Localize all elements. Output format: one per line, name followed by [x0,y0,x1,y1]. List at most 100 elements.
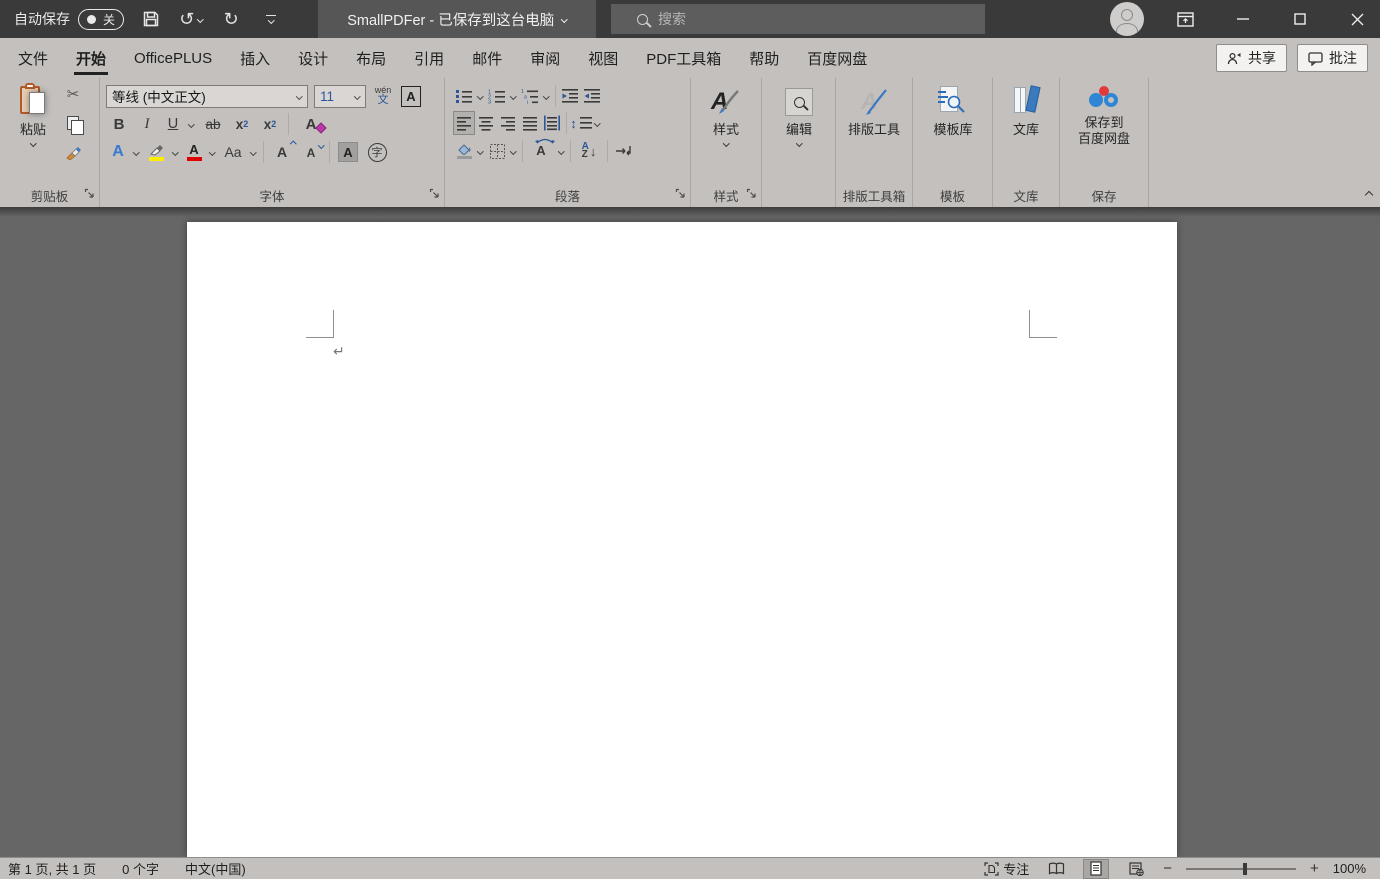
font-size-combo[interactable]: 11 [314,85,366,108]
save-button[interactable] [138,6,164,32]
language-indicator[interactable]: 中文(中国) [185,859,246,878]
bold-button[interactable]: B [106,112,132,136]
phonetic-guide-button[interactable]: wén 文 [372,84,394,108]
undo-dropdown-icon[interactable] [197,16,203,22]
styles-dialog-launcher[interactable] [746,188,757,202]
borders-dropdown-icon[interactable] [508,139,519,163]
line-spacing-dropdown-icon[interactable] [592,111,603,135]
zoom-out-button[interactable]: − [1163,860,1172,877]
collapse-ribbon-button[interactable] [1366,185,1372,203]
change-case-button[interactable]: Aa [219,140,247,164]
copy-button[interactable] [62,111,84,135]
align-center-button[interactable] [475,111,497,135]
asian-layout-button[interactable]: A [526,139,556,163]
redo-button[interactable]: ↻ [218,6,244,32]
multilevel-list-button[interactable]: 1ai [519,84,541,108]
wenku-button[interactable]: 文库 [1001,82,1051,138]
maximize-button[interactable] [1278,0,1322,38]
autosave-toggle[interactable]: 关 [78,9,124,30]
save-to-baidu-button[interactable]: 保存到 百度网盘 [1068,82,1140,148]
line-spacing-button[interactable]: ↕ [570,111,592,135]
sort-button[interactable]: AZ ↓ [574,139,604,163]
superscript-button[interactable]: x2 [257,112,283,136]
show-hide-marks-button[interactable] [611,139,637,163]
bullets-dropdown-icon[interactable] [475,84,486,108]
multilevel-dropdown-icon[interactable] [541,84,552,108]
strikethrough-button[interactable]: ab [199,112,227,136]
distribute-button[interactable] [541,111,563,135]
font-color-button[interactable]: A [182,140,206,164]
editing-button[interactable]: 编辑 [774,82,824,146]
ribbon-display-options-button[interactable] [1163,0,1207,38]
clear-formatting-button[interactable]: A [294,112,328,136]
underline-button[interactable]: U [162,112,184,136]
account-avatar[interactable] [1110,2,1144,36]
character-shading-button[interactable]: A [334,140,362,164]
grow-font-button[interactable]: A [268,140,296,164]
close-button[interactable] [1335,0,1379,38]
comments-button[interactable]: 批注 [1297,44,1368,72]
tab-layout[interactable]: 布局 [342,38,400,78]
numbering-dropdown-icon[interactable] [508,84,519,108]
format-painter-button[interactable] [62,140,84,164]
clipboard-dialog-launcher[interactable] [84,188,95,202]
document-canvas[interactable]: ↵ [0,207,1380,857]
numbering-button[interactable]: 123 [486,84,508,108]
align-left-button[interactable] [453,111,475,135]
text-effects-dropdown-icon[interactable] [131,140,142,164]
cut-button[interactable]: ✂ [62,82,84,106]
justify-button[interactable] [519,111,541,135]
increase-indent-button[interactable] [581,84,603,108]
search-input[interactable] [658,11,938,27]
focus-mode-button[interactable]: 专注 [984,859,1029,878]
bullets-button[interactable] [453,84,475,108]
font-name-combo[interactable]: 等线 (中文正文) [106,85,308,108]
page-indicator[interactable]: 第 1 页, 共 1 页 [8,859,96,878]
shading-button[interactable] [453,139,475,163]
tab-review[interactable]: 审阅 [516,38,574,78]
paste-button[interactable]: 粘贴 [8,82,58,146]
asian-layout-dropdown-icon[interactable] [556,139,567,163]
quick-access-toolbar-menu[interactable] [258,6,284,32]
zoom-slider[interactable] [1186,868,1296,870]
font-color-dropdown-icon[interactable] [207,140,218,164]
decrease-indent-button[interactable] [559,84,581,108]
zoom-in-button[interactable]: + [1310,860,1319,877]
shading-dropdown-icon[interactable] [475,139,486,163]
undo-button[interactable]: ↺ [178,6,204,32]
tab-pdf-toolbox[interactable]: PDF工具箱 [632,38,735,78]
zoom-level[interactable]: 100% [1333,861,1366,876]
template-library-button[interactable]: 模板库 [921,82,985,138]
tab-officeplus[interactable]: OfficePLUS [120,38,226,78]
tab-design[interactable]: 设计 [284,38,342,78]
minimize-button[interactable] [1221,0,1265,38]
paragraph-dialog-launcher[interactable] [675,188,686,202]
tab-baidu-netdisk[interactable]: 百度网盘 [793,38,881,78]
shrink-font-button[interactable]: A [297,140,325,164]
highlight-button[interactable] [143,140,169,164]
styles-dropdown-icon[interactable] [723,140,729,146]
font-dialog-launcher[interactable] [429,188,440,202]
paste-dropdown-icon[interactable] [30,140,36,146]
document-page[interactable]: ↵ [187,222,1177,857]
tab-file[interactable]: 文件 [4,38,62,78]
document-title-button[interactable]: SmallPDFer - 已保存到这台电脑 [318,0,596,38]
text-effects-button[interactable]: A [106,140,130,164]
borders-button[interactable] [486,139,508,163]
tab-mailings[interactable]: 邮件 [458,38,516,78]
styles-button[interactable]: A 样式 [701,82,751,146]
tab-insert[interactable]: 插入 [226,38,284,78]
tab-home[interactable]: 开始 [62,38,120,78]
enclose-characters-button[interactable]: 字 [363,140,391,164]
editing-dropdown-icon[interactable] [796,140,802,146]
character-border-button[interactable]: A [400,84,422,108]
align-right-button[interactable] [497,111,519,135]
zoom-slider-thumb[interactable] [1243,863,1247,875]
subscript-button[interactable]: x2 [229,112,255,136]
tab-help[interactable]: 帮助 [735,38,793,78]
highlight-dropdown-icon[interactable] [170,140,181,164]
web-layout-button[interactable] [1123,859,1149,879]
read-mode-button[interactable] [1043,859,1069,879]
print-layout-button[interactable] [1083,859,1109,879]
word-count[interactable]: 0 个字 [122,859,159,878]
